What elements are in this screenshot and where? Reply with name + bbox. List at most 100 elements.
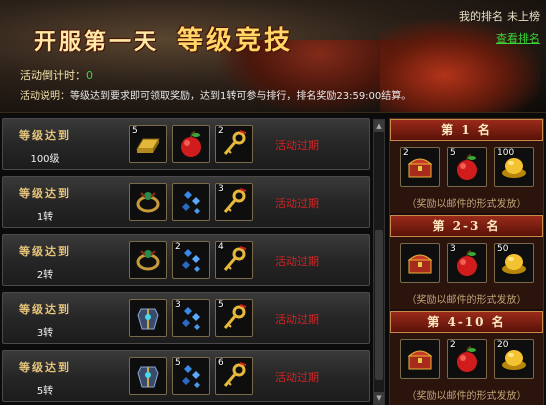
- event-title-prefix: 开服第一天: [34, 29, 160, 55]
- item-count: 2: [403, 148, 409, 158]
- reward-item-slot[interactable]: 5: [172, 357, 210, 395]
- my-rank-value: 未上榜: [507, 10, 540, 23]
- item-count: 4: [218, 242, 224, 252]
- item-count: 5: [218, 300, 224, 310]
- item-count: 2: [218, 126, 224, 136]
- apple-icon: [452, 344, 482, 374]
- reward-item-slot[interactable]: 100: [494, 147, 534, 187]
- rank-tier-title: 第 1 名: [390, 119, 543, 141]
- reward-item-slot[interactable]: [400, 243, 440, 283]
- ring-icon: [133, 245, 163, 275]
- ring-icon: [133, 187, 163, 217]
- rank-tier-rewards: 2 20 （奖励以邮件的形式发放）: [390, 333, 543, 405]
- row-level-value: 100级: [30, 154, 60, 165]
- reward-item-slot[interactable]: 5: [215, 299, 253, 337]
- level-reward-row: 等级达到 1转 3 活动过期: [2, 176, 370, 228]
- reward-item-slot[interactable]: 2: [400, 147, 440, 187]
- reward-item-slot[interactable]: 2: [447, 339, 487, 379]
- item-count: 5: [450, 148, 456, 158]
- item-count: 6: [218, 358, 224, 368]
- countdown-label: 活动倒计时：: [20, 69, 86, 82]
- item-count: 50: [497, 244, 509, 254]
- reward-item-slot[interactable]: 3: [447, 243, 487, 283]
- apple-icon: [452, 248, 482, 278]
- reward-item-slot[interactable]: 50: [494, 243, 534, 283]
- rank-rewards-panel: 第 1 名 2 5 100 （奖励以邮件的形式发放） 第 2-3 名 3 50 （奖励以邮件的形…: [389, 118, 544, 405]
- event-description: 活动说明：等级达到要求即可领取奖励，达到1转可参与排行，排名奖励23:59:00…: [20, 87, 411, 102]
- item-count: 100: [497, 148, 515, 158]
- item-count: 2: [450, 340, 456, 350]
- item-count: 5: [132, 126, 138, 136]
- reward-item-slot[interactable]: 2: [172, 241, 210, 279]
- apple-icon: [176, 129, 206, 159]
- armor-icon: [133, 303, 163, 333]
- reward-item-slot[interactable]: [172, 183, 210, 221]
- rank-tier: 第 1 名 2 5 100 （奖励以邮件的形式发放）: [390, 119, 543, 213]
- rank-tier: 第 2-3 名 3 50 （奖励以邮件的形式发放）: [390, 215, 543, 309]
- treasure-chest-icon: [405, 152, 435, 182]
- event-title: 开服第一天 等级竞技: [34, 20, 293, 57]
- reward-item-slot[interactable]: 2: [215, 125, 253, 163]
- row-requirement-label: 等级达到: [19, 187, 71, 200]
- reward-item-slot[interactable]: [400, 339, 440, 379]
- reward-item-slot[interactable]: 20: [494, 339, 534, 379]
- status-expired: 活动过期: [275, 139, 319, 152]
- scroll-up-button[interactable]: ▲: [374, 120, 384, 132]
- reward-item-slot[interactable]: 6: [215, 357, 253, 395]
- status-expired: 活动过期: [275, 255, 319, 268]
- reward-item-slot[interactable]: 3: [215, 183, 253, 221]
- reward-item-slot[interactable]: 3: [172, 299, 210, 337]
- row-level-value: 3转: [36, 328, 54, 339]
- row-requirement-label: 等级达到: [19, 129, 71, 142]
- event-title-main: 等级竞技: [177, 26, 294, 56]
- item-count: 3: [175, 300, 181, 310]
- scroll-thumb[interactable]: [375, 230, 383, 380]
- row-requirement-label: 等级达到: [19, 303, 71, 316]
- reward-mail-note: （奖励以邮件的形式发放）: [406, 391, 527, 402]
- apple-icon: [452, 152, 482, 182]
- level-reward-row: 等级达到 3转 3 5 活动过期: [2, 292, 370, 344]
- status-expired: 活动过期: [275, 197, 319, 210]
- item-count: 3: [218, 184, 224, 194]
- armor-icon: [133, 361, 163, 391]
- reward-item-slot[interactable]: [129, 299, 167, 337]
- item-count: 3: [450, 244, 456, 254]
- rank-tier: 第 4-10 名 2 20 （奖励以邮件的形式发放）: [390, 311, 543, 405]
- level-reward-row: 等级达到 2转 2 4 活动过期: [2, 234, 370, 286]
- level-reward-row: 等级达到 100级 5 2 活动过期: [2, 118, 370, 170]
- rank-tier-title: 第 4-10 名: [390, 311, 543, 333]
- scroll-down-button[interactable]: ▼: [374, 392, 384, 404]
- countdown-value: 0: [86, 69, 93, 82]
- level-reward-list: 等级达到 100级 5 2 活动过期 等级达到 1转 3 活动过期 等级达到 2转 2 4 活动过期 等级达…: [2, 118, 370, 405]
- reward-mail-note: （奖励以邮件的形式发放）: [406, 199, 527, 210]
- event-description-text: 等级达到要求即可领取奖励，达到1转可参与排行，排名奖励23:59:00结算。: [70, 91, 412, 102]
- reward-item-slot[interactable]: [172, 125, 210, 163]
- row-level-value: 5转: [36, 386, 54, 397]
- event-banner: 开服第一天 等级竞技 我的排名 未上榜 查看排名 活动倒计时：0 活动说明：等级达到…: [0, 0, 546, 113]
- reward-item-slot[interactable]: 4: [215, 241, 253, 279]
- list-scrollbar[interactable]: ▲ ▼: [373, 119, 385, 405]
- countdown: 活动倒计时：0: [20, 67, 93, 83]
- reward-item-slot[interactable]: [129, 183, 167, 221]
- level-reward-row: 等级达到 5转 5 6 活动过期: [2, 350, 370, 402]
- reward-item-slot[interactable]: 5: [447, 147, 487, 187]
- reward-item-slot[interactable]: [129, 241, 167, 279]
- row-requirement-label: 等级达到: [19, 245, 71, 258]
- my-rank: 我的排名 未上榜 查看排名: [459, 8, 540, 46]
- reward-item-slot[interactable]: 5: [129, 125, 167, 163]
- treasure-chest-icon: [405, 344, 435, 374]
- rank-tier-rewards: 2 5 100 （奖励以邮件的形式发放）: [390, 141, 543, 213]
- rank-tier-title: 第 2-3 名: [390, 215, 543, 237]
- item-count: 5: [175, 358, 181, 368]
- row-level-value: 1转: [36, 212, 54, 223]
- item-count: 20: [497, 340, 509, 350]
- row-requirement-label: 等级达到: [19, 361, 71, 374]
- view-ranking-link[interactable]: 查看排名: [459, 30, 540, 46]
- reward-item-slot[interactable]: [129, 357, 167, 395]
- item-count: 2: [175, 242, 181, 252]
- blue-gems-icon: [176, 187, 206, 217]
- status-expired: 活动过期: [275, 371, 319, 384]
- treasure-chest-icon: [405, 248, 435, 278]
- my-rank-label: 我的排名: [459, 10, 503, 23]
- row-level-value: 2转: [36, 270, 54, 281]
